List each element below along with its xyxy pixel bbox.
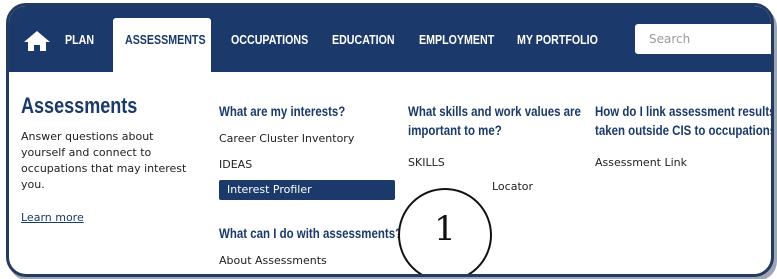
nav-occupations[interactable]: OCCUPATIONS xyxy=(231,32,308,47)
learn-more-link[interactable]: Learn more xyxy=(21,211,84,224)
callout-number: 1 xyxy=(434,209,456,249)
home-icon[interactable] xyxy=(23,30,51,52)
col3-heading-line2: taken outside CIS to occupations? xyxy=(595,122,774,138)
col1-heading: What are my interests? xyxy=(219,103,346,119)
page-title: Assessments xyxy=(21,93,138,118)
about-assessments-link[interactable]: About Assessments xyxy=(219,254,327,267)
nav-assessments-label: ASSESSMENTS xyxy=(125,32,206,47)
col3-heading-line1: How do I link assessment results xyxy=(595,103,774,119)
intro-description: Answer questions about yourself and conn… xyxy=(21,130,187,191)
career-cluster-inventory-link[interactable]: Career Cluster Inventory xyxy=(219,132,354,145)
locator-link[interactable]: Locator xyxy=(492,180,533,193)
nav-my-portfolio[interactable]: MY PORTFOLIO xyxy=(517,32,598,47)
callout-marker: 1 xyxy=(398,188,492,274)
nav-assessments[interactable]: ASSESSMENTS xyxy=(113,18,211,76)
interest-profiler-link[interactable]: Interest Profiler xyxy=(219,180,395,200)
nav-employment[interactable]: EMPLOYMENT xyxy=(419,32,494,47)
nav-plan[interactable]: PLAN xyxy=(65,32,94,47)
skills-link[interactable]: SKILLS xyxy=(408,156,445,169)
menu-frame: PLAN ASSESSMENTS OCCUPATIONS EDUCATION E… xyxy=(6,3,774,277)
col2-heading-line1: What skills and work values are xyxy=(408,103,581,119)
col1-heading-2: What can I do with assessments? xyxy=(219,225,403,241)
interest-profiler-label: Interest Profiler xyxy=(227,183,312,196)
assessment-link[interactable]: Assessment Link xyxy=(595,156,687,169)
col2-heading-line2: important to me? xyxy=(408,122,502,138)
ideas-link[interactable]: IDEAS xyxy=(219,158,252,171)
nav-education[interactable]: EDUCATION xyxy=(332,32,395,47)
search-input[interactable] xyxy=(635,24,771,54)
top-nav: PLAN ASSESSMENTS OCCUPATIONS EDUCATION E… xyxy=(9,6,771,76)
